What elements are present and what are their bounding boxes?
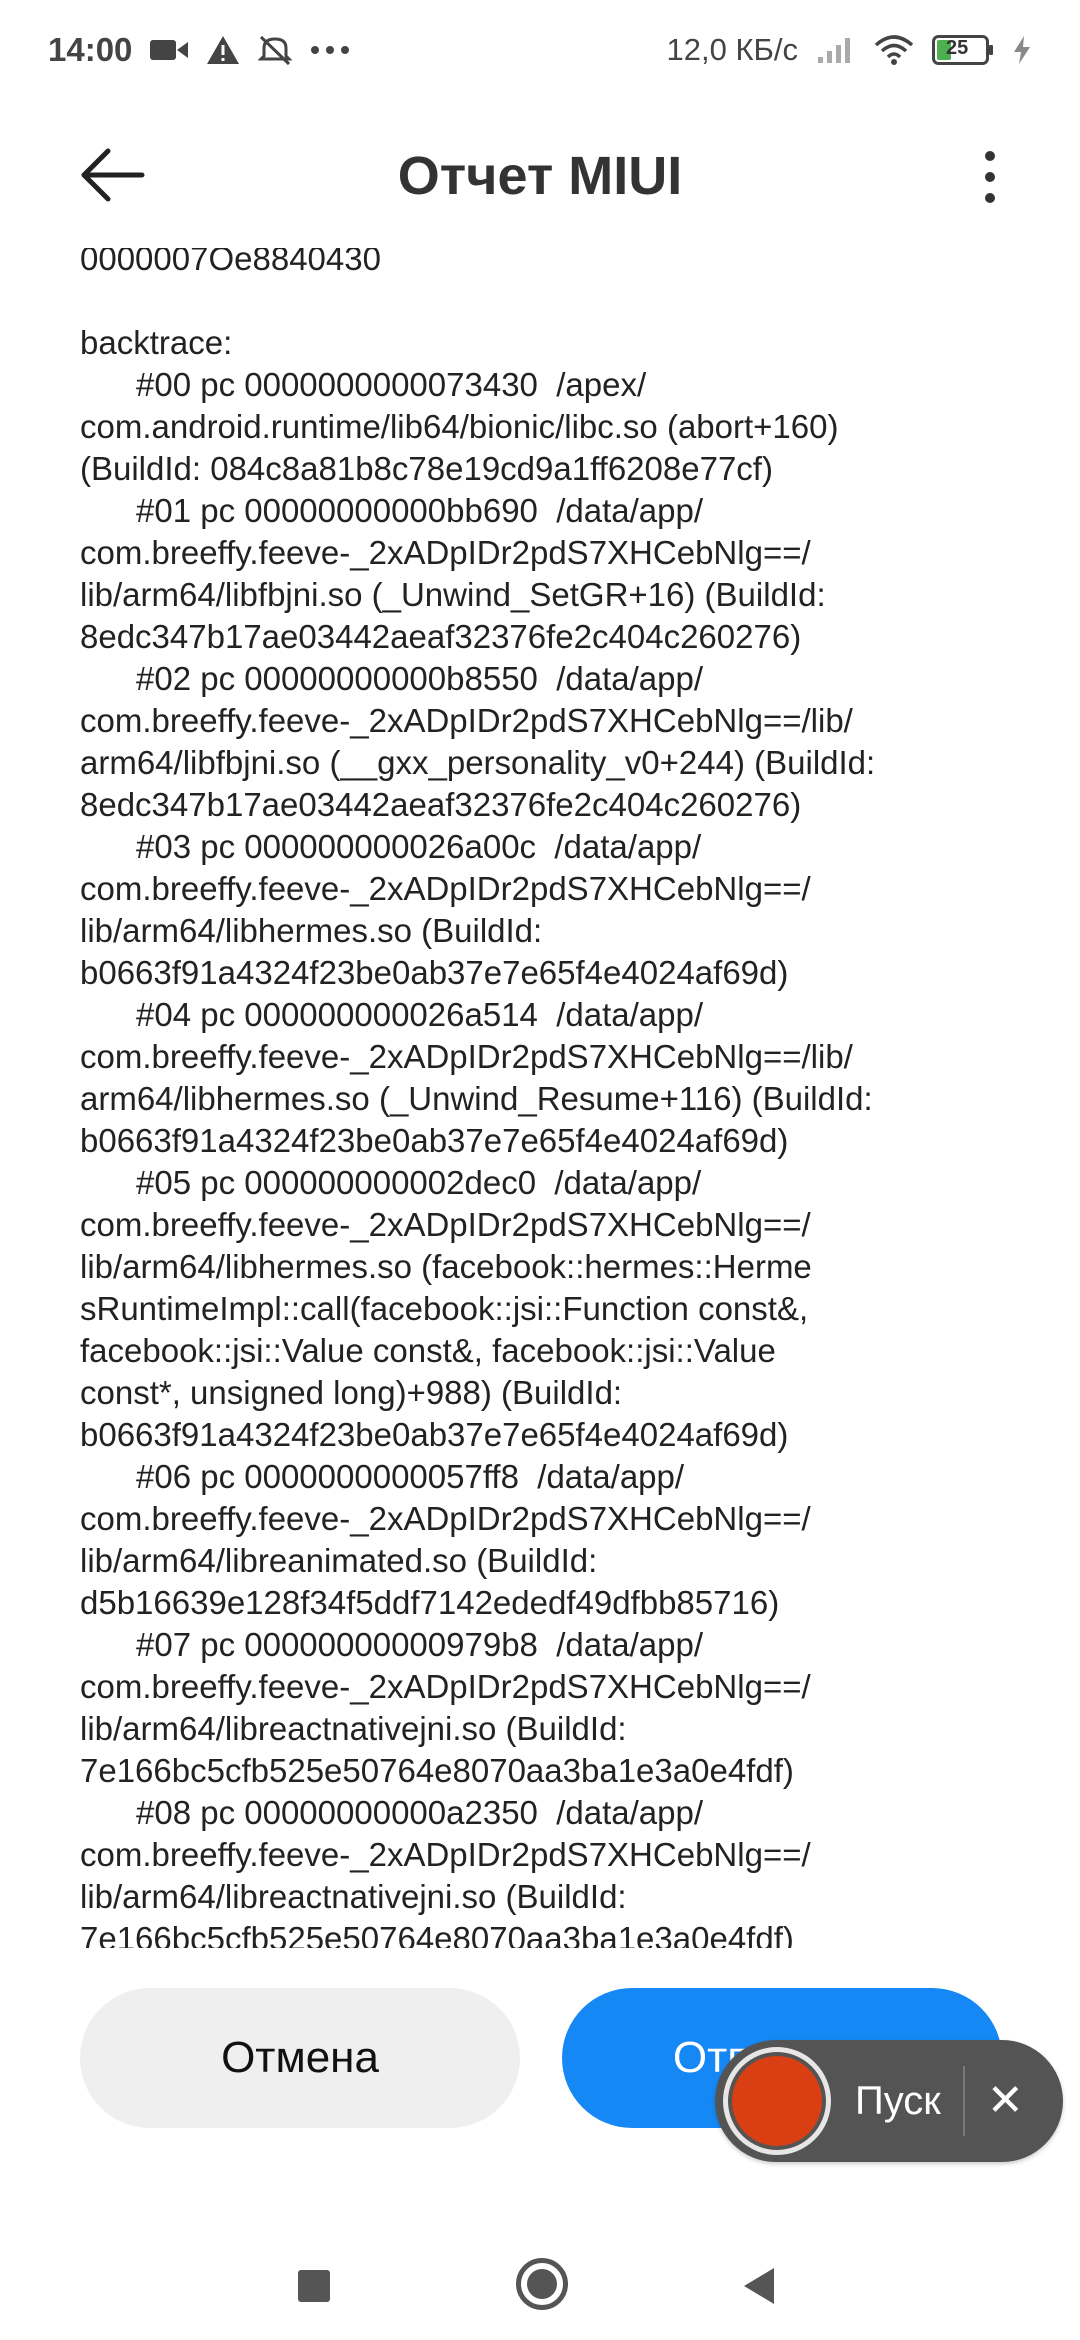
battery-level: 25 [946, 37, 969, 59]
page-title: Отчет MIUI [397, 146, 683, 206]
alarm-off-icon [258, 34, 293, 66]
report-line: (BuildId: 084c8a81b8c78e19cd9a1ff6208e77… [80, 450, 773, 487]
network-speed: 12,0 КБ/с [666, 32, 798, 67]
report-line: #06 pc 0000000000057ff8 /data/app/ [136, 1458, 685, 1495]
recorder-divider [962, 2066, 965, 2136]
recents-square-icon[interactable] [298, 2270, 330, 2302]
report-line: com.breeffy.feeve-_2xADpIDr2pdS7XHCebNlg… [80, 702, 853, 739]
report-line: backtrace: [80, 324, 233, 361]
report-line: com.breeffy.feeve-_2xADpIDr2pdS7XHCebNlg… [80, 1206, 811, 1243]
report-line: 7e166bc5cfb525e50764e8070aa3ba1e3a0e4fdf… [80, 1752, 794, 1789]
status-bar: 14:00 12,0 КБ/с 25 [0, 0, 1080, 100]
report-line: lib/arm64/libhermes.so (BuildId: [80, 912, 543, 949]
report-line: arm64/libhermes.so (_Unwind_Resume+116) … [80, 1080, 873, 1117]
report-blank-line [80, 280, 980, 322]
report-line: sRuntimeImpl::call(facebook::jsi::Functi… [80, 1290, 809, 1327]
report-line: facebook::jsi::Value const&, facebook::j… [80, 1332, 776, 1369]
report-line: b0663f91a4324f23be0ab37e7e65f4e4024af69d… [80, 1416, 789, 1453]
report-line: com.breeffy.feeve-_2xADpIDr2pdS7XHCebNlg… [80, 1038, 853, 1075]
home-circle-icon[interactable] [516, 2258, 568, 2310]
cancel-button[interactable]: Отмена [80, 1988, 520, 2128]
battery-icon: 25 [932, 35, 994, 65]
status-left: 14:00 [48, 31, 350, 69]
report-line: 8edc347b17ae03442aeaf32376fe2c404c260276… [80, 618, 802, 655]
report-line: com.breeffy.feeve-_2xADpIDr2pdS7XHCebNlg… [80, 1836, 811, 1873]
report-line: #05 pc 000000000002dec0 /data/app/ [136, 1164, 702, 1201]
more-options-button[interactable] [970, 145, 1010, 209]
report-line: lib/arm64/libreactnativejni.so (BuildId: [80, 1878, 627, 1915]
report-line: #00 pc 0000000000073430 /apex/ [136, 366, 647, 403]
more-vertical-icon-dot [985, 193, 995, 203]
report-line: b0663f91a4324f23be0ab37e7e65f4e4024af69d… [80, 1122, 789, 1159]
more-dots-icon [310, 45, 350, 55]
report-line: #03 pc 000000000026a00c /data/app/ [136, 828, 702, 865]
report-content: 0000007Oe8840430 backtrace: #00 pc 0000000… [80, 248, 980, 1948]
signal-icon [816, 35, 856, 65]
report-line: com.breeffy.feeve-_2xADpIDr2pdS7XHCebNlg… [80, 870, 811, 907]
report-line: const*, unsigned long)+988) (BuildId: [80, 1374, 623, 1411]
report-line: com.breeffy.feeve-_2xADpIDr2pdS7XHCebNlg… [80, 534, 811, 571]
report-line: #01 pc 00000000000bb690 /data/app/ [136, 492, 704, 529]
wifi-icon [874, 35, 914, 65]
report-line: lib/arm64/libfbjni.so (_Unwind_SetGR+16)… [80, 576, 826, 613]
report-line: lib/arm64/libhermes.so (facebook::hermes… [80, 1248, 812, 1285]
video-camera-icon [150, 38, 189, 62]
app-header: Отчет MIUI [0, 125, 1080, 225]
report-line: arm64/libfbjni.so (__gxx_personality_v0+… [80, 744, 876, 781]
report-line: #04 pc 000000000026a514 /data/app/ [136, 996, 704, 1033]
report-line: 8edc347b17ae03442aeaf32376fe2c404c260276… [80, 786, 802, 823]
back-triangle-icon[interactable] [744, 2268, 774, 2304]
report-line: 0000007Oe8840430 [80, 248, 381, 277]
report-line: #07 pc 00000000000979b8 /data/app/ [136, 1626, 704, 1663]
more-vertical-icon-dot [985, 172, 995, 182]
report-line: d5b16639e128f34f5ddf7142ededf49dfbb85716… [80, 1584, 780, 1621]
report-line: lib/arm64/libreanimated.so (BuildId: [80, 1542, 598, 1579]
close-icon[interactable]: ✕ [987, 2079, 1024, 2123]
navigation-bar [0, 2230, 1080, 2340]
charging-icon [1012, 35, 1032, 65]
report-line: com.breeffy.feeve-_2xADpIDr2pdS7XHCebNlg… [80, 1500, 811, 1537]
report-line: #02 pc 00000000000b8550 /data/app/ [136, 660, 704, 697]
warning-icon [206, 35, 240, 65]
report-text-area[interactable]: 0000007Oe8840430 backtrace: #00 pc 0000000… [80, 248, 980, 1948]
report-line: #08 pc 00000000000a2350 /data/app/ [136, 1794, 704, 1831]
recorder-start-label[interactable]: Пуск [855, 2079, 941, 2124]
report-line: com.breeffy.feeve-_2xADpIDr2pdS7XHCebNlg… [80, 1668, 811, 1705]
report-line: lib/arm64/libreactnativejni.so (BuildId: [80, 1710, 627, 1747]
status-time: 14:00 [48, 31, 133, 68]
report-line: b0663f91a4324f23be0ab37e7e65f4e4024af69d… [80, 954, 789, 991]
report-line: 7e166bc5cfb525e50764e8070aa3ba1e3a0e4fdf… [80, 1920, 794, 1948]
home-circle-inner [527, 2269, 557, 2299]
record-icon[interactable] [723, 2047, 831, 2155]
report-line: com.android.runtime/lib64/bionic/libc.so… [80, 408, 839, 445]
more-vertical-icon [985, 151, 995, 161]
screen-recorder-widget[interactable]: Пуск ✕ [715, 2040, 1063, 2162]
status-right: 12,0 КБ/с 25 [667, 32, 1032, 68]
